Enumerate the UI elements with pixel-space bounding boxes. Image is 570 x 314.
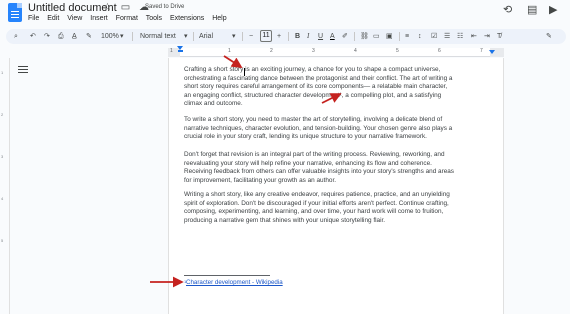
saved-status: Saved to Drive — [145, 4, 185, 10]
ruler-number: 2 — [270, 48, 273, 54]
bulleted-list-icon[interactable]: ☰ — [444, 30, 450, 43]
italic-icon[interactable]: I — [307, 30, 309, 43]
underline-icon[interactable]: U — [318, 30, 323, 43]
print-icon[interactable]: ⎙ — [58, 30, 64, 43]
style-select[interactable]: Normal text — [140, 30, 176, 43]
increase-indent-icon[interactable]: ⇥ — [484, 30, 490, 43]
paragraph-1[interactable]: Crafting a short story is an exciting jo… — [184, 66, 466, 109]
font-chevron-down-icon[interactable]: ▾ — [232, 30, 236, 43]
spellcheck-icon[interactable]: A̲ — [72, 30, 77, 43]
menu-format[interactable]: Format — [116, 15, 138, 22]
font-size-input[interactable]: 11 — [260, 30, 272, 42]
ruler-number: 1 — [170, 48, 173, 54]
menu-view[interactable]: View — [67, 15, 82, 22]
ruler-number: 4 — [354, 48, 357, 54]
line-spacing-icon[interactable]: ↕ — [418, 30, 422, 43]
decrease-indent-icon[interactable]: ⇤ — [471, 30, 477, 43]
text-cursor — [244, 68, 245, 76]
font-select[interactable]: Arial — [199, 30, 213, 43]
ruler-number: 3 — [312, 48, 315, 54]
insert-link-icon[interactable]: ⛓ — [360, 30, 369, 43]
undo-icon[interactable]: ↶ — [30, 30, 36, 43]
left-indent-marker[interactable] — [178, 50, 183, 52]
menu-tools[interactable]: Tools — [146, 15, 162, 22]
menu-file[interactable]: File — [28, 15, 39, 22]
add-comment-icon[interactable]: ▭ — [373, 30, 380, 43]
insert-image-icon[interactable]: ▣ — [386, 30, 393, 43]
horizontal-ruler[interactable] — [180, 48, 490, 57]
history-icon[interactable]: ⟲ — [503, 3, 512, 16]
right-indent-marker[interactable] — [489, 50, 495, 54]
redo-icon[interactable]: ↷ — [44, 30, 50, 43]
move-folder-icon[interactable]: ▭ — [121, 2, 130, 13]
search-menus-icon[interactable]: ⌕ — [14, 30, 18, 43]
clear-formatting-icon[interactable]: T̸ — [497, 30, 501, 43]
increase-font-size-button[interactable]: + — [277, 30, 281, 43]
paragraph-4[interactable]: Writing a short story, like any creative… — [184, 191, 466, 225]
meet-video-icon[interactable]: ▶ — [549, 3, 557, 16]
align-icon[interactable]: ≡ — [405, 30, 409, 43]
numbered-list-icon[interactable]: ☷ — [457, 30, 463, 43]
comments-icon[interactable]: ▤ — [527, 3, 537, 16]
ruler-number: 6 — [438, 48, 441, 54]
style-chevron-down-icon[interactable]: ▾ — [184, 30, 188, 43]
title-bar: Untitled document ☆ ▭ ☁ Saved to Drive F… — [0, 0, 570, 26]
vertical-ruler[interactable]: 1 2 3 4 5 — [0, 58, 10, 314]
paragraph-3[interactable]: Don't forget that revision is an integra… — [184, 151, 466, 185]
bold-icon[interactable]: B — [295, 30, 300, 43]
paint-format-icon[interactable]: ✎ — [86, 30, 92, 43]
menu-insert[interactable]: Insert — [90, 15, 108, 22]
footnote-link[interactable]: Character development - Wikipedia — [186, 279, 283, 286]
editing-mode-pencil-icon[interactable]: ✎ — [546, 30, 552, 43]
menu-bar: File Edit View Insert Format Tools Exten… — [28, 15, 233, 22]
ruler-number: 7 — [480, 48, 483, 54]
menu-help[interactable]: Help — [212, 15, 226, 22]
paragraph-2[interactable]: To write a short story, you need to mast… — [184, 116, 466, 142]
zoom-chevron-down-icon[interactable]: ▾ — [120, 30, 124, 43]
menu-extensions[interactable]: Extensions — [170, 15, 204, 22]
text-color-icon[interactable]: A — [330, 30, 335, 43]
docs-logo-icon[interactable] — [8, 3, 22, 22]
highlight-icon[interactable]: ✐ — [342, 30, 348, 43]
footnote-separator — [184, 275, 270, 276]
checklist-icon[interactable]: ☑ — [431, 30, 437, 43]
star-icon[interactable]: ☆ — [103, 2, 112, 13]
ruler-number: 5 — [396, 48, 399, 54]
menu-edit[interactable]: Edit — [47, 15, 59, 22]
decrease-font-size-button[interactable]: − — [249, 30, 253, 43]
zoom-select[interactable]: 100% — [101, 30, 119, 43]
ruler-number: 1 — [228, 48, 231, 54]
toolbar: ⌕ ↶ ↷ ⎙ A̲ ✎ 100% ▾ Normal text ▾ Arial … — [6, 29, 566, 44]
document-outline-icon[interactable] — [18, 66, 28, 74]
